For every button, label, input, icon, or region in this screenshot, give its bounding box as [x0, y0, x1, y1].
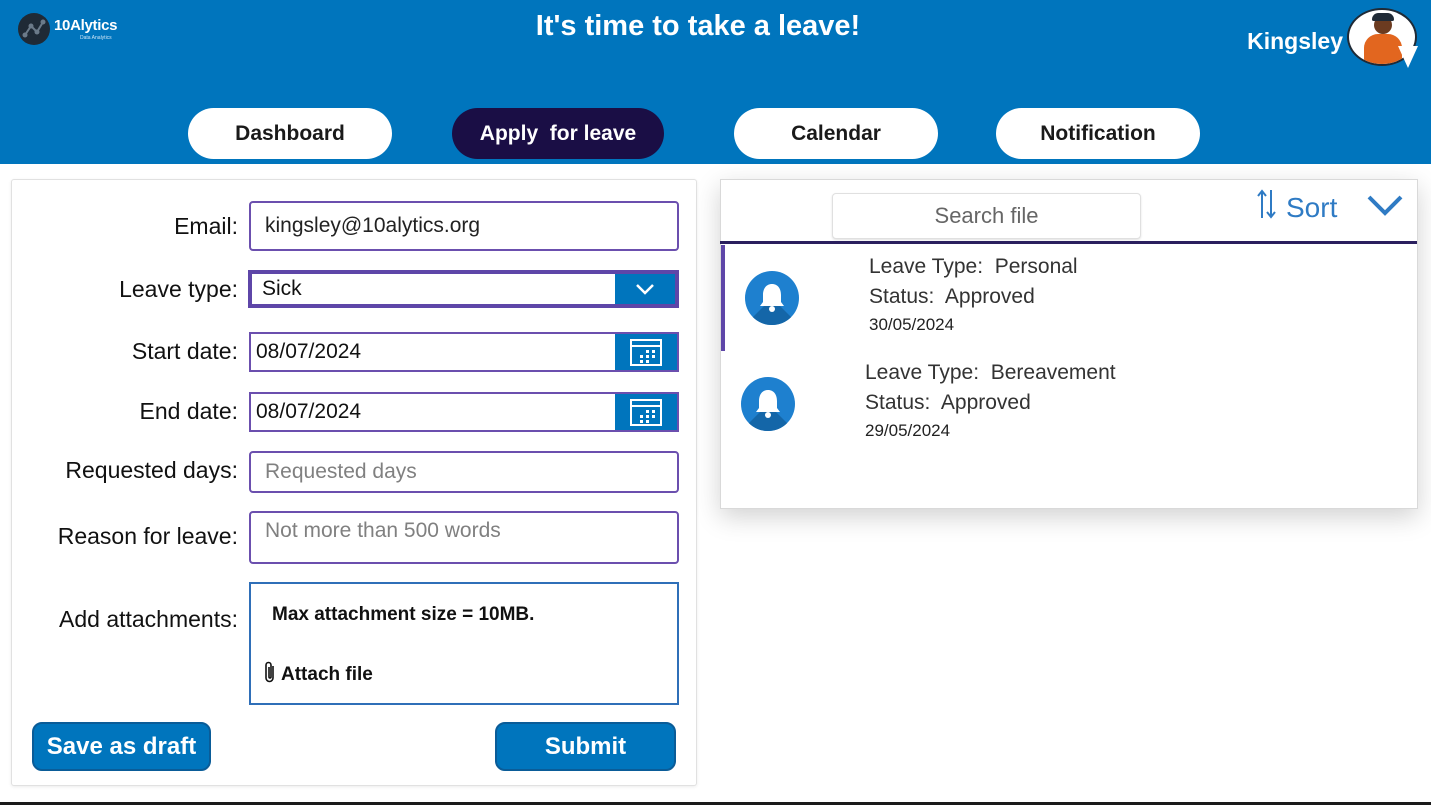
tab-apply-for-leave[interactable]: Apply for leave — [452, 108, 664, 159]
chevron-down-icon[interactable] — [615, 274, 675, 304]
save-draft-button[interactable]: Save as draft — [32, 722, 211, 771]
list-item[interactable]: Leave Type: Personal Status: Approved 30… — [721, 245, 1417, 351]
paperclip-icon — [263, 660, 277, 690]
leave-date: 29/05/2024 — [865, 421, 951, 440]
attachments-box: Max attachment size = 10MB. Attach file — [249, 582, 679, 705]
end-date-value: 08/07/2024 — [256, 400, 362, 423]
start-date-label: Start date: — [131, 338, 238, 364]
leave-type-value: Bereavement — [990, 361, 1116, 384]
leave-date: 30/05/2024 — [869, 315, 955, 334]
submit-button[interactable]: Submit — [495, 722, 676, 771]
chevron-down-icon[interactable] — [1366, 192, 1404, 223]
calendar-icon[interactable] — [615, 394, 677, 430]
reason-textarea[interactable]: Not more than 500 words — [249, 511, 679, 564]
leave-type-select[interactable]: Sick — [248, 270, 679, 308]
leave-type-label: Leave type: — [119, 276, 238, 302]
sort-button[interactable]: Sort — [1256, 188, 1337, 227]
bell-icon — [745, 271, 799, 325]
attach-file-button[interactable]: Attach file — [263, 660, 373, 690]
bell-icon — [741, 377, 795, 431]
leave-type-label: Leave Type: — [869, 255, 984, 278]
search-input[interactable]: Search file — [832, 193, 1141, 239]
list-item[interactable]: Leave Type: Bereavement Status: Approved… — [721, 351, 1417, 457]
attachment-size-note: Max attachment size = 10MB. — [272, 604, 535, 625]
status-label: Status: — [865, 391, 931, 414]
sort-label: Sort — [1286, 191, 1338, 223]
reason-label: Reason for leave: — [57, 523, 238, 549]
page-title: It's time to take a leave! — [535, 10, 861, 42]
leave-type-value: Sick — [262, 277, 302, 300]
start-date-picker[interactable]: 08/07/2024 — [249, 332, 679, 372]
panel-divider — [720, 241, 1417, 244]
requested-days-label: Requested days: — [65, 457, 238, 483]
sort-arrows-icon — [1256, 188, 1278, 227]
requested-days-input[interactable]: Requested days — [249, 451, 679, 493]
leave-type-label: Leave Type: — [865, 361, 980, 384]
avatar-dropdown-icon[interactable] — [1398, 46, 1418, 68]
end-date-picker[interactable]: 08/07/2024 — [249, 392, 679, 432]
attachments-label: Add attachments: — [59, 606, 238, 632]
tab-dashboard[interactable]: Dashboard — [188, 108, 392, 159]
leave-type-value: Personal — [994, 255, 1078, 278]
user-name: Kingsley — [1247, 28, 1343, 54]
tab-calendar[interactable]: Calendar — [734, 108, 938, 159]
email-field[interactable]: kingsley@10alytics.org — [249, 201, 679, 251]
tab-notification[interactable]: Notification — [996, 108, 1200, 159]
start-date-value: 08/07/2024 — [256, 340, 362, 363]
end-date-label: End date: — [139, 398, 238, 424]
status-label: Status: — [869, 285, 935, 308]
status-value: Approved — [940, 391, 1031, 414]
status-value: Approved — [944, 285, 1035, 308]
attach-file-label: Attach file — [281, 664, 373, 685]
calendar-icon[interactable] — [615, 334, 677, 370]
email-label: Email: — [174, 213, 238, 239]
